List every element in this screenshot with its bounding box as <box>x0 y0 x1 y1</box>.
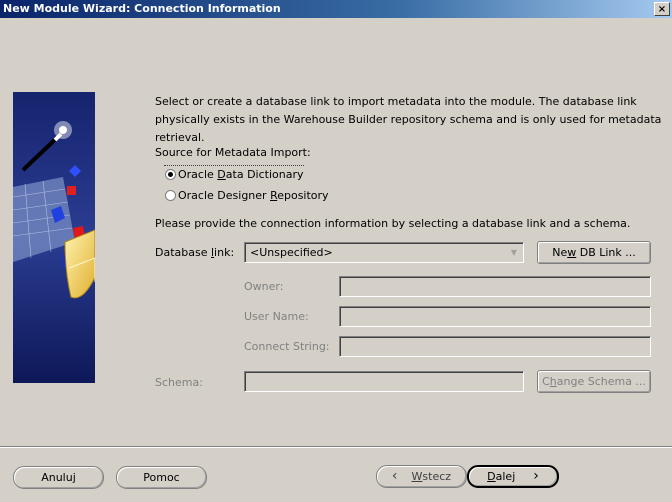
intro-text: Select or create a database link to impo… <box>155 95 662 144</box>
close-button[interactable]: × <box>654 2 670 16</box>
title-bar: New Module Wizard: Connection Informatio… <box>0 0 672 18</box>
cancel-button[interactable]: Anuluj <box>13 466 104 489</box>
radio-selected-dot <box>168 172 173 177</box>
radio-label-data-dictionary[interactable]: Oracle Data Dictionary <box>178 168 304 181</box>
wizard-banner-image <box>13 92 95 383</box>
window-title: New Module Wizard: Connection Informatio… <box>3 2 281 15</box>
footer-separator <box>0 446 672 448</box>
new-db-link-button[interactable]: New DB Link ... <box>537 241 651 264</box>
radio-label-designer-repository[interactable]: Oracle Designer Repository <box>178 189 329 202</box>
change-schema-button: Change Schema ... <box>537 370 651 393</box>
connect-string-label: Connect String: <box>244 340 330 353</box>
source-focus-outline <box>164 165 304 166</box>
back-chevron-icon: ‹ <box>391 468 398 484</box>
database-link-label: Database link: <box>155 246 235 259</box>
back-button[interactable]: ‹ Wstecz <box>376 465 467 488</box>
next-button[interactable]: Dalej › <box>467 465 559 488</box>
radio-oracle-data-dictionary[interactable] <box>165 169 176 180</box>
connect-string-field <box>339 336 651 357</box>
user-name-field <box>339 306 651 327</box>
database-link-combo[interactable]: <Unspecified> ▼ <box>244 242 524 263</box>
chevron-down-icon[interactable]: ▼ <box>506 244 522 261</box>
schema-label: Schema: <box>155 376 203 389</box>
source-label: Source for Metadata Import: <box>155 146 311 159</box>
owner-label: Owner: <box>244 280 284 293</box>
user-name-label: User Name: <box>244 310 309 323</box>
provide-connection-text: Please provide the connection informatio… <box>155 217 631 230</box>
owner-field <box>339 276 651 297</box>
help-button[interactable]: Pomoc <box>116 466 207 489</box>
schema-field <box>244 371 524 392</box>
radio-oracle-designer-repository[interactable] <box>165 190 176 201</box>
database-link-value: <Unspecified> <box>250 246 333 259</box>
next-chevron-icon: › <box>533 468 539 484</box>
